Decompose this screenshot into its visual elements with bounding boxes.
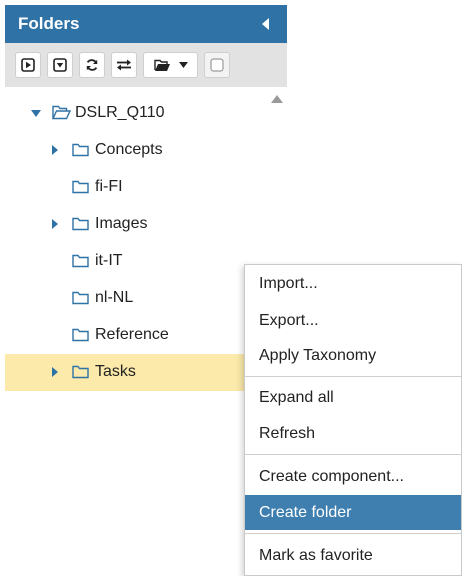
caret-right-icon[interactable] <box>52 219 58 229</box>
menu-item-create-component[interactable]: Create component... <box>245 459 461 494</box>
folders-toolbar <box>5 43 287 87</box>
menu-item-mark-as-favorite[interactable]: Mark as favorite <box>245 538 461 573</box>
tree-item-label: nl-NL <box>95 289 134 306</box>
menu-divider <box>245 454 461 455</box>
menu-item-create-folder[interactable]: Create folder <box>245 495 461 530</box>
tree-item-label: Concepts <box>95 141 163 158</box>
tree-item-label: Images <box>95 215 148 232</box>
tree-item-label: it-IT <box>95 252 123 269</box>
tree-root[interactable]: DSLR_Q110 <box>5 95 287 132</box>
panel-title: Folders <box>18 14 80 33</box>
caret-right-icon[interactable] <box>52 145 58 155</box>
chevron-left-icon[interactable] <box>262 18 269 30</box>
play-square-icon <box>21 58 35 72</box>
folder-icon <box>72 291 89 305</box>
folder-icon <box>72 365 89 379</box>
sync-button[interactable] <box>111 52 137 78</box>
menu-item-apply-taxonomy[interactable]: Apply Taxonomy <box>245 338 461 373</box>
folder-open-icon <box>52 105 71 120</box>
exchange-icon <box>117 59 131 71</box>
menu-item-export[interactable]: Export... <box>245 303 461 338</box>
folder-icon <box>72 328 89 342</box>
caret-right-icon[interactable] <box>52 367 58 377</box>
refresh-icon <box>86 59 98 71</box>
caret-down-icon <box>178 62 188 68</box>
folder-icon <box>72 180 89 194</box>
folder-icon <box>72 143 89 157</box>
panel-header: Folders <box>5 5 287 43</box>
tree-item-concepts[interactable]: Concepts <box>5 132 287 169</box>
menu-divider <box>245 376 461 377</box>
collapse-button[interactable] <box>47 52 73 78</box>
caret-down-square-icon <box>53 58 67 72</box>
tree-item-label: Reference <box>95 326 169 343</box>
tree-item-fi-fi[interactable]: fi-FI <box>5 169 287 206</box>
menu-item-refresh[interactable]: Refresh <box>245 416 461 451</box>
select-checkbox[interactable] <box>204 52 230 78</box>
tree-item-images[interactable]: Images <box>5 206 287 243</box>
menu-divider <box>245 533 461 534</box>
checkbox-icon <box>210 58 224 72</box>
folder-open-icon <box>153 59 170 71</box>
folder-icon <box>72 254 89 268</box>
expand-button[interactable] <box>15 52 41 78</box>
context-menu: Import... Export... Apply Taxonomy Expan… <box>244 264 462 576</box>
folder-menu-button[interactable] <box>143 52 198 78</box>
menu-item-import[interactable]: Import... <box>245 266 461 301</box>
menu-item-expand-all[interactable]: Expand all <box>245 380 461 415</box>
folder-icon <box>72 217 89 231</box>
tree-item-label: Tasks <box>95 363 136 380</box>
tree-root-label: DSLR_Q110 <box>75 104 165 121</box>
tree-item-label: fi-FI <box>95 178 123 195</box>
caret-down-icon[interactable] <box>31 110 41 117</box>
refresh-button[interactable] <box>79 52 105 78</box>
